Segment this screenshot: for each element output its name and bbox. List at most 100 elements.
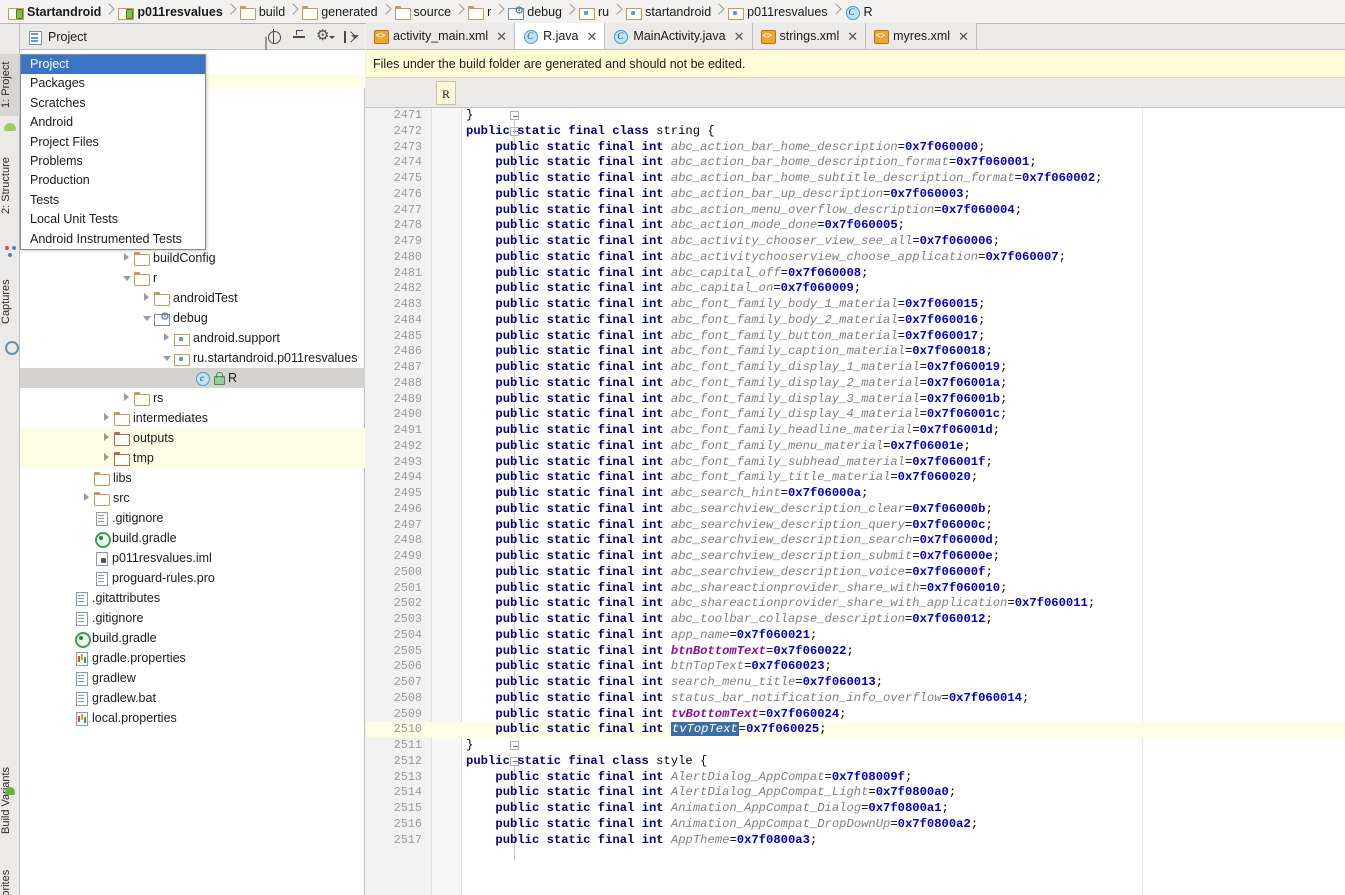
breadcrumb-item[interactable]: build [236,0,287,23]
project-view-dropdown-menu[interactable]: Project Packages Scratches Android Project F… [20,54,206,250]
code-line[interactable]: 2507 public static final int search_menu_… [366,675,1345,691]
code-line[interactable]: 2478 public static final int abc_action_m… [366,218,1345,234]
code-line[interactable]: 2503 public static final int abc_toolbar_… [366,612,1345,628]
hide-panel-icon[interactable] [341,29,357,45]
tree-node[interactable]: androidTest [20,288,365,308]
dropdown-option[interactable]: Tests [21,191,205,210]
tree-node[interactable]: ru.startandroid.p011resvalues [20,348,365,368]
close-icon[interactable]: ✕ [734,30,745,43]
code-line[interactable]: 2497 public static final int abc_searchvi… [366,518,1345,534]
tree-node[interactable]: buildConfig [20,248,365,268]
code-line[interactable]: 2510 public static final int tvTopText=0x… [366,722,1345,738]
chevron-right-icon[interactable] [120,388,134,408]
chevron-right-icon[interactable] [160,328,174,348]
tool-window-button-build-variants[interactable]: Build Variants [0,759,20,841]
code-line[interactable]: 2482 public static final int abc_capital_… [366,281,1345,297]
close-icon[interactable]: ✕ [496,30,507,43]
gear-icon[interactable] [316,27,335,45]
code-line[interactable]: 2477 public static final int abc_action_m… [366,203,1345,219]
tree-node[interactable]: libs [20,468,365,488]
tool-window-button-captures[interactable]: Captures [0,269,20,335]
tree-node[interactable]: proguard-rules.pro [20,568,365,588]
code-line[interactable]: 2480 public static final int abc_activity… [366,250,1345,266]
breadcrumb-item[interactable]: p011resvalues [724,0,829,23]
tree-node[interactable]: src [20,488,365,508]
tool-window-button-favorites[interactable]: Favorites [0,862,20,895]
code-line[interactable]: 2484 public static final int abc_font_fam… [366,313,1345,329]
code-line[interactable]: 2474 public static final int abc_action_b… [366,155,1345,171]
tree-node[interactable]: r [20,268,365,288]
breadcrumb-item[interactable]: Startandroid [4,0,103,23]
editor-tab[interactable]: activity_main.xml ✕ [366,23,516,49]
chevron-right-icon[interactable] [80,488,94,508]
code-line[interactable]: 2502 public static final int abc_shareact… [366,596,1345,612]
chevron-down-icon[interactable] [160,348,174,368]
tool-window-button-structure[interactable]: 2: Structure [0,149,20,223]
chevron-down-icon[interactable] [120,268,134,288]
code-line[interactable]: 2492 public static final int abc_font_fam… [366,439,1345,455]
tree-node[interactable]: outputs [20,428,365,448]
dropdown-option[interactable]: Android [21,113,205,132]
code-line[interactable]: 2471} [366,108,1345,124]
code-line[interactable]: 2500 public static final int abc_searchvi… [366,565,1345,581]
tree-node[interactable]: rs [20,388,365,408]
tool-window-button-project[interactable]: 1: Project [0,54,20,116]
breadcrumb-item[interactable]: r [464,0,493,23]
code-line[interactable]: 2472 public static final class string { [366,124,1345,140]
code-line[interactable]: 2495 public static final int abc_search_h… [366,486,1345,502]
code-line[interactable]: 2487 public static final int abc_font_fam… [366,360,1345,376]
close-icon[interactable]: ✕ [847,30,858,43]
tree-node[interactable]: R [20,368,365,388]
code-line[interactable]: 2476 public static final int abc_action_b… [366,187,1345,203]
close-icon[interactable]: ✕ [958,30,969,43]
code-line[interactable]: 2485 public static final int abc_font_fam… [366,329,1345,345]
code-line[interactable]: 2483 public static final int abc_font_fam… [366,297,1345,313]
dropdown-option[interactable]: Project [21,55,205,75]
code-line[interactable]: 2511} [366,738,1345,754]
breadcrumb-item[interactable]: ru [575,0,611,23]
code-line[interactable]: 2473 public static final int abc_action_b… [366,140,1345,156]
code-line[interactable]: 2509 public static final int tvBottomText… [366,707,1345,723]
dropdown-option[interactable]: Project Files [21,133,205,152]
code-line[interactable]: 2490 public static final int abc_font_fam… [366,407,1345,423]
chevron-right-icon[interactable] [100,428,114,448]
tree-node[interactable]: build.gradle [20,628,365,648]
dropdown-option[interactable]: Local Unit Tests [21,210,205,229]
tree-node[interactable]: .gitattributes [20,588,365,608]
code-line[interactable]: 2517 public static final int AppTheme=0x7… [366,833,1345,849]
tree-node[interactable]: build.gradle [20,528,365,548]
locate-in-tree-icon[interactable] [266,29,282,45]
code-line[interactable]: 2514 public static final int AlertDialog_… [366,785,1345,801]
chevron-right-icon[interactable] [100,408,114,428]
chevron-right-icon[interactable] [100,448,114,468]
collapse-all-icon[interactable] [291,29,307,45]
code-line[interactable]: 2491 public static final int abc_font_fam… [366,423,1345,439]
breadcrumb-item[interactable]: source [391,0,454,23]
code-line[interactable]: 2496 public static final int abc_searchvi… [366,502,1345,518]
tree-node[interactable]: local.properties [20,708,365,728]
chevron-down-icon[interactable] [140,308,154,328]
tree-node[interactable]: tmp [20,448,365,468]
code-editor[interactable]: 2471} 2472 public static final class strin… [366,108,1345,895]
code-line[interactable]: 2488 public static final int abc_font_fam… [366,376,1345,392]
code-line[interactable]: 2479 public static final int abc_activity… [366,234,1345,250]
tree-node[interactable]: gradlew [20,668,365,688]
editor-tab[interactable]: myres.xml ✕ [866,23,977,49]
dropdown-option[interactable]: Problems [21,152,205,171]
dropdown-option[interactable]: Production [21,171,205,190]
close-icon[interactable]: ✕ [587,30,598,43]
code-line[interactable]: 2494 public static final int abc_font_fam… [366,470,1345,486]
breadcrumb-item[interactable]: debug [504,0,564,23]
dropdown-option[interactable]: Scratches [21,94,205,113]
code-line[interactable]: 2481 public static final int abc_capital_… [366,266,1345,282]
editor-tab[interactable]: MainActivity.java ✕ [605,23,753,49]
tree-node[interactable]: intermediates [20,408,365,428]
tree-node[interactable]: .gitignore [20,508,365,528]
chevron-right-icon[interactable] [140,288,154,308]
breadcrumb-item[interactable]: p011resvalues [114,0,225,23]
code-line[interactable]: 2512 public static final class style { [366,754,1345,770]
editor-tab[interactable]: strings.xml ✕ [752,23,867,49]
tree-node[interactable]: debug [20,308,365,328]
breadcrumb-item[interactable]: generated [298,0,379,23]
code-line[interactable]: 2504 public static final int app_name=0x7… [366,628,1345,644]
